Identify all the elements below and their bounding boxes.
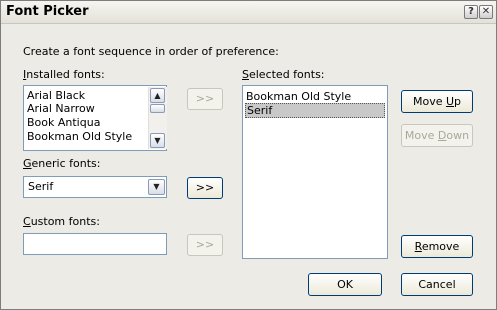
add-custom-button[interactable]: >>	[187, 234, 223, 256]
generic-fonts-label: Generic fonts:	[23, 157, 101, 170]
list-item[interactable]: Book Antiqua	[27, 116, 100, 129]
title-bar: Font Picker ? ✕	[1, 1, 496, 24]
move-up-button[interactable]: Move Up	[401, 90, 473, 113]
generic-fonts-value: Serif	[28, 180, 54, 193]
list-item[interactable]: Bookman Old Style	[27, 130, 132, 143]
window-title: Font Picker	[6, 4, 89, 19]
installed-fonts-list[interactable]: Arial Black Arial Narrow Book Antiqua Bo…	[23, 85, 167, 151]
move-down-button[interactable]: Move Down	[401, 124, 473, 147]
add-installed-button[interactable]: >>	[187, 88, 223, 110]
scroll-thumb[interactable]	[150, 104, 165, 113]
generic-fonts-select[interactable]: Serif ▼	[23, 176, 167, 198]
scroll-up-icon[interactable]: ▲	[150, 88, 165, 103]
list-item[interactable]: Arial Black	[27, 89, 85, 102]
installed-fonts-label: Installed fonts:	[23, 68, 105, 81]
scroll-down-icon[interactable]: ▼	[150, 133, 165, 148]
cancel-button[interactable]: Cancel	[401, 273, 473, 296]
custom-fonts-label: Custom fonts:	[23, 215, 100, 228]
list-item[interactable]: Bookman Old Style	[246, 90, 351, 103]
ok-button[interactable]: OK	[308, 273, 382, 296]
remove-button[interactable]: Remove	[401, 235, 473, 258]
instructions-text: Create a font sequence in order of prefe…	[23, 45, 279, 58]
help-icon[interactable]: ?	[464, 5, 478, 19]
close-icon[interactable]: ✕	[479, 5, 493, 19]
custom-fonts-input[interactable]	[23, 233, 167, 255]
font-picker-dialog: Font Picker ? ✕ Create a font sequence i…	[0, 0, 497, 310]
installed-scrollbar[interactable]: ▲ ▼	[148, 87, 167, 149]
add-generic-button[interactable]: >>	[187, 177, 223, 199]
chevron-down-icon[interactable]: ▼	[148, 179, 165, 195]
selected-fonts-label: Selected fonts:	[242, 68, 325, 81]
list-item-selected[interactable]: Serif	[245, 103, 385, 118]
selected-fonts-list[interactable]: Bookman Old Style Serif	[242, 85, 388, 259]
list-item[interactable]: Arial Narrow	[27, 102, 95, 115]
